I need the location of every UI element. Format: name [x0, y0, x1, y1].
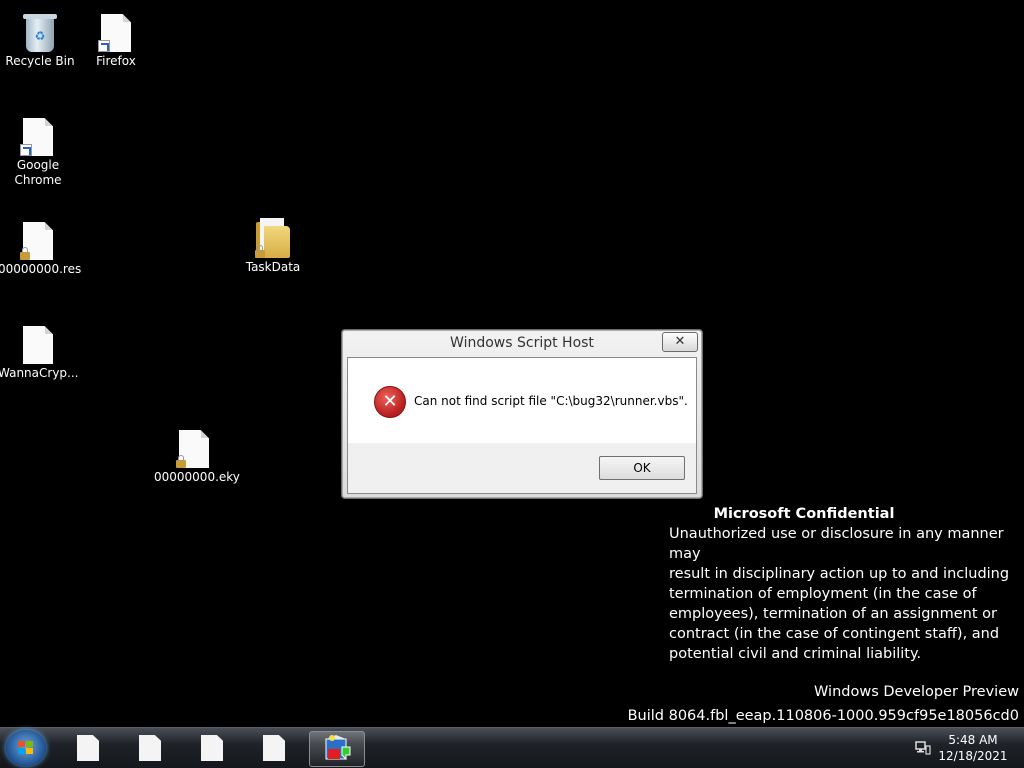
clock-date: 12/18/2021 — [938, 749, 1008, 763]
watermark-line: termination of employment (in the case o… — [669, 586, 977, 602]
dialog-client-area: ✕ Can not find script file "C:\bug32\run… — [347, 357, 697, 494]
file-icon — [201, 735, 223, 761]
taskbar-pinned-app-2[interactable] — [124, 731, 176, 765]
taskbar-script-host-app[interactable] — [309, 731, 365, 767]
wannacry-desktop-icon[interactable]: WannaCryp... — [0, 322, 79, 381]
file-icon — [77, 735, 99, 761]
file-icon — [18, 322, 58, 364]
firefox-label: Firefox — [96, 54, 136, 68]
error-message: Can not find script file "C:\bug32\runne… — [414, 394, 688, 408]
dialog-title: Windows Script Host — [450, 335, 594, 351]
confidential-watermark: Microsoft Confidential Unauthorized use … — [669, 504, 1019, 664]
windows-logo-icon — [18, 741, 34, 755]
lock-icon — [255, 245, 265, 258]
wannacry-label: WannaCryp... — [0, 366, 79, 380]
taskbar-pinned-app-3[interactable] — [186, 731, 238, 765]
windows-script-host-dialog: Windows Script Host ✕ ✕ Can not find scr… — [341, 329, 703, 499]
res-file-desktop-icon[interactable]: 00000000.res — [0, 218, 82, 277]
chrome-file-icon — [18, 114, 58, 156]
folder-icon — [253, 216, 293, 258]
build-string: Build 8064.fbl_eeap.110806-1000.959cf95e… — [627, 708, 1019, 724]
eky-file-desktop-icon[interactable]: 00000000.eky — [154, 426, 240, 485]
build-title: Windows Developer Preview — [814, 684, 1019, 700]
watermark-line: result in disciplinary action up to and … — [669, 566, 1010, 582]
dialog-message-area: ✕ Can not find script file "C:\bug32\run… — [348, 358, 696, 443]
google-chrome-label: Google Chrome — [14, 158, 62, 187]
ok-button[interactable]: OK — [599, 456, 685, 480]
taskbar-pinned-app-4[interactable] — [248, 731, 300, 765]
taskdata-folder-desktop-icon[interactable]: TaskData — [233, 216, 313, 275]
watermark-line: potential civil and criminal liability. — [669, 646, 922, 662]
eky-file-label: 00000000.eky — [154, 470, 240, 484]
taskbar: 5:48 AM 12/18/2021 — [0, 727, 1024, 768]
firefox-file-icon — [96, 10, 136, 52]
res-file-label: 00000000.res — [0, 262, 82, 276]
file-icon — [263, 735, 285, 761]
locked-file-icon — [174, 426, 214, 468]
watermark-line: employees), termination of an assignment… — [669, 606, 997, 622]
shortcut-arrow-icon — [20, 144, 32, 156]
script-host-app-icon — [320, 735, 354, 763]
google-chrome-desktop-icon[interactable]: Google Chrome — [0, 114, 78, 188]
taskdata-label: TaskData — [245, 260, 301, 274]
recycle-bin-label: Recycle Bin — [5, 54, 75, 68]
watermark-line: contract (in the case of contingent staf… — [669, 626, 1000, 642]
recycle-bin-icon: ♻ — [20, 10, 60, 52]
lock-icon — [20, 247, 30, 260]
clock-time: 5:48 AM — [948, 733, 998, 747]
watermark-line: Unauthorized use or disclosure in any ma… — [669, 526, 1004, 562]
network-icon[interactable] — [915, 740, 931, 755]
locked-file-icon — [18, 218, 58, 260]
taskbar-clock[interactable]: 5:48 AM 12/18/2021 — [938, 732, 1008, 764]
taskbar-pinned-app-1[interactable] — [62, 731, 114, 765]
file-icon — [139, 735, 161, 761]
close-button[interactable]: ✕ — [662, 332, 698, 352]
watermark-heading: Microsoft Confidential — [713, 506, 895, 522]
lock-icon — [176, 455, 186, 468]
error-icon: ✕ — [374, 386, 406, 418]
start-button[interactable] — [6, 730, 46, 766]
firefox-desktop-icon[interactable]: Firefox — [76, 10, 156, 69]
shortcut-arrow-icon — [98, 40, 110, 52]
recycle-bin-desktop-icon[interactable]: ♻ Recycle Bin — [0, 10, 80, 69]
